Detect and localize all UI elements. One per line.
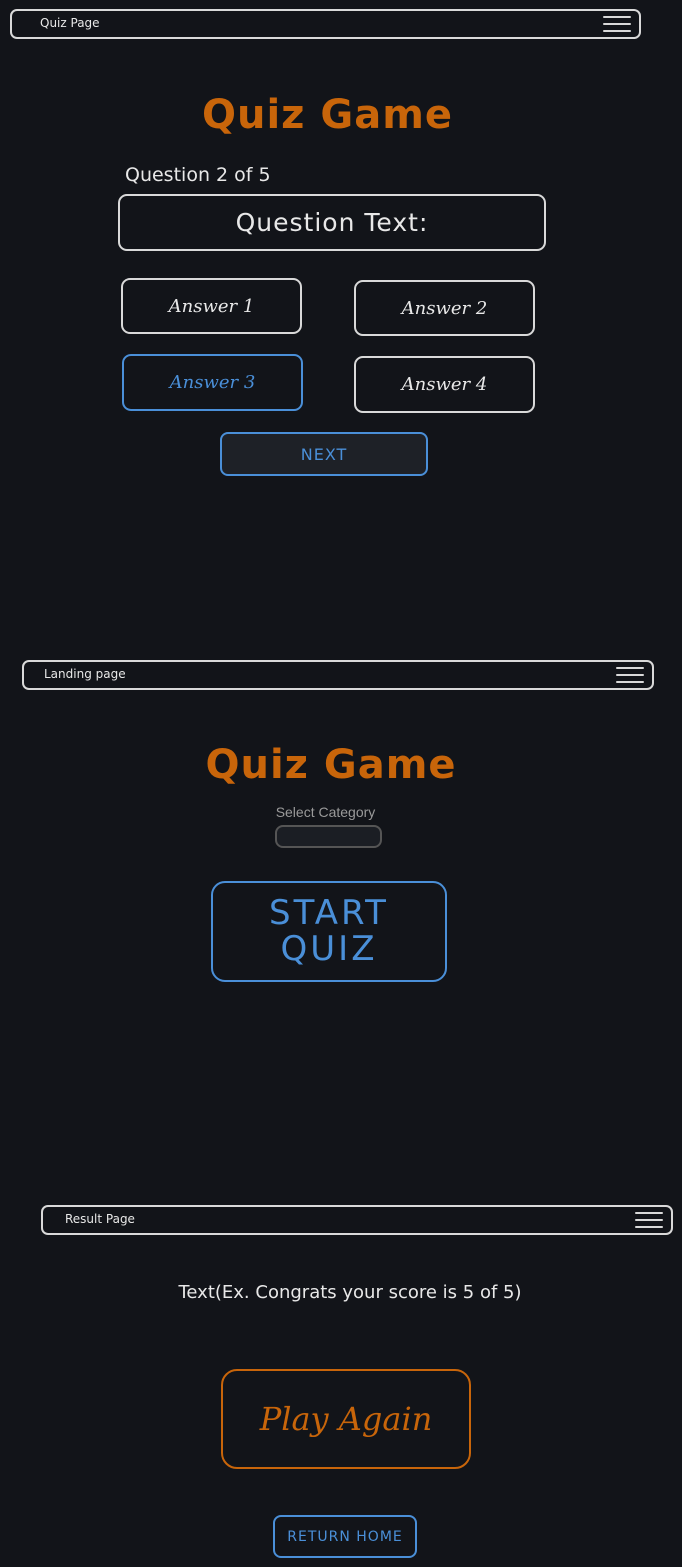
result-text: Text(Ex. Congrats your score is 5 of 5) — [178, 1282, 522, 1303]
hamburger-menu-icon[interactable] — [635, 1210, 663, 1230]
next-label: NEXT — [300, 444, 348, 464]
page-title: Quiz Game — [205, 742, 457, 788]
answer-label: Answer 1 — [168, 295, 255, 317]
start-label-line2: QUIZ — [280, 928, 378, 969]
answer-label: Answer 3 — [169, 372, 256, 393]
result-page-navbar: Result Page — [41, 1205, 673, 1235]
quiz-page-navbar: Quiz Page — [10, 9, 641, 39]
landing-page-navbar: Landing page — [22, 660, 654, 690]
answer-button-3-selected[interactable]: Answer 3 — [122, 354, 303, 411]
answer-button-1[interactable]: Answer 1 — [121, 278, 302, 334]
start-label-line1: START — [269, 892, 389, 933]
nav-title: Quiz Page — [40, 16, 100, 30]
question-progress: Question 2 of 5 — [125, 164, 271, 186]
nav-title: Landing page — [44, 667, 126, 681]
return-home-button[interactable]: RETURN HOME — [273, 1515, 417, 1558]
category-select[interactable] — [275, 825, 382, 848]
question-text-box: Question Text: — [118, 194, 546, 251]
play-again-button[interactable]: Play Again — [221, 1369, 471, 1469]
answer-label: Answer 4 — [401, 374, 488, 395]
return-home-label: RETURN HOME — [287, 1528, 403, 1545]
hamburger-menu-icon[interactable] — [603, 14, 631, 34]
start-quiz-button[interactable]: START QUIZ — [211, 881, 447, 982]
answer-label: Answer 2 — [401, 297, 488, 319]
page-title: Quiz Game — [201, 92, 454, 138]
question-text: Question Text: — [235, 208, 429, 237]
answer-button-2[interactable]: Answer 2 — [354, 280, 535, 336]
hamburger-menu-icon[interactable] — [616, 665, 644, 685]
category-label: Select Category — [275, 804, 376, 820]
answer-button-4[interactable]: Answer 4 — [354, 356, 535, 413]
play-again-label: Play Again — [259, 1400, 433, 1438]
nav-title: Result Page — [65, 1212, 135, 1226]
next-button[interactable]: NEXT — [220, 432, 428, 476]
